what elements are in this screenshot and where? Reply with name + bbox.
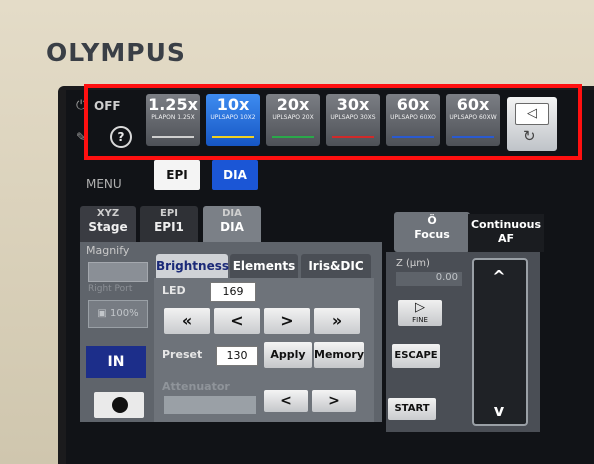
led-fast-increase-button[interactable]: » <box>314 308 360 334</box>
memory-button[interactable]: Memory <box>314 342 364 368</box>
focus-icon: Ö <box>427 214 437 227</box>
epi-icon: EPI <box>160 208 178 219</box>
attenuator-field[interactable] <box>164 396 256 414</box>
highlight-box <box>84 84 582 160</box>
light-path-label: Right Port <box>88 284 133 294</box>
subtab-iris-dic[interactable]: Iris&DIC <box>301 254 371 278</box>
fine-button[interactable]: ▷ FINE <box>398 300 442 326</box>
in-button[interactable]: IN <box>86 346 146 378</box>
brand-logo: OLYMPUS <box>46 38 186 67</box>
led-decrease-button[interactable]: < <box>214 308 260 334</box>
magnify-label: Magnify <box>86 244 130 257</box>
focus-up-button[interactable]: ^ <box>478 264 520 290</box>
attenuator-increase-button[interactable]: > <box>312 390 356 412</box>
z-label: Z (μm) <box>396 258 430 269</box>
record-button[interactable] <box>94 392 144 418</box>
z-value: 0.00 <box>396 272 462 286</box>
preset-value[interactable]: 130 <box>216 346 258 366</box>
camera-icon: ▣ <box>97 308 111 319</box>
subtab-brightness[interactable]: Brightness <box>156 254 229 278</box>
subtab-elements[interactable]: Elements <box>230 254 298 278</box>
stage-icon: XYZ <box>96 208 120 219</box>
tab-dia-label: DIA <box>220 220 244 234</box>
focus-down-button[interactable]: v <box>478 398 520 424</box>
tab-stage-label: Stage <box>88 220 128 234</box>
led-fast-decrease-button[interactable]: « <box>164 308 210 334</box>
tab-dia[interactable]: DIA DIA <box>203 206 261 244</box>
dia-icon: DIA <box>222 208 242 219</box>
start-button[interactable]: START <box>388 398 436 420</box>
escape-button[interactable]: ESCAPE <box>392 344 440 368</box>
fine-icon: ▷ <box>415 300 425 315</box>
focus-button[interactable]: Ö Focus <box>394 212 470 252</box>
apply-button[interactable]: Apply <box>264 342 312 368</box>
focus-label: Focus <box>414 228 450 241</box>
camera-percent-label: 100% <box>110 308 139 319</box>
led-value[interactable]: 169 <box>210 282 256 302</box>
led-label: LED <box>162 284 186 297</box>
attenuator-decrease-button[interactable]: < <box>264 390 308 412</box>
tab-epi1[interactable]: EPI EPI1 <box>140 206 198 242</box>
dia-mode-button[interactable]: DIA <box>212 160 258 190</box>
tab-epi1-label: EPI1 <box>154 220 184 234</box>
menu-label[interactable]: MENU <box>86 177 122 191</box>
epi-mode-button[interactable]: EPI <box>154 160 200 190</box>
fine-label: FINE <box>412 316 428 324</box>
led-increase-button[interactable]: > <box>264 308 310 334</box>
tab-stage[interactable]: XYZ Stage <box>80 206 136 242</box>
attenuator-label: Attenuator <box>162 380 230 393</box>
camera-percent-button[interactable]: ▣ 100% <box>88 300 148 328</box>
magnify-field[interactable] <box>88 262 148 282</box>
continuous-af-button[interactable]: Continuous AF <box>468 214 544 252</box>
preset-label: Preset <box>162 348 203 361</box>
